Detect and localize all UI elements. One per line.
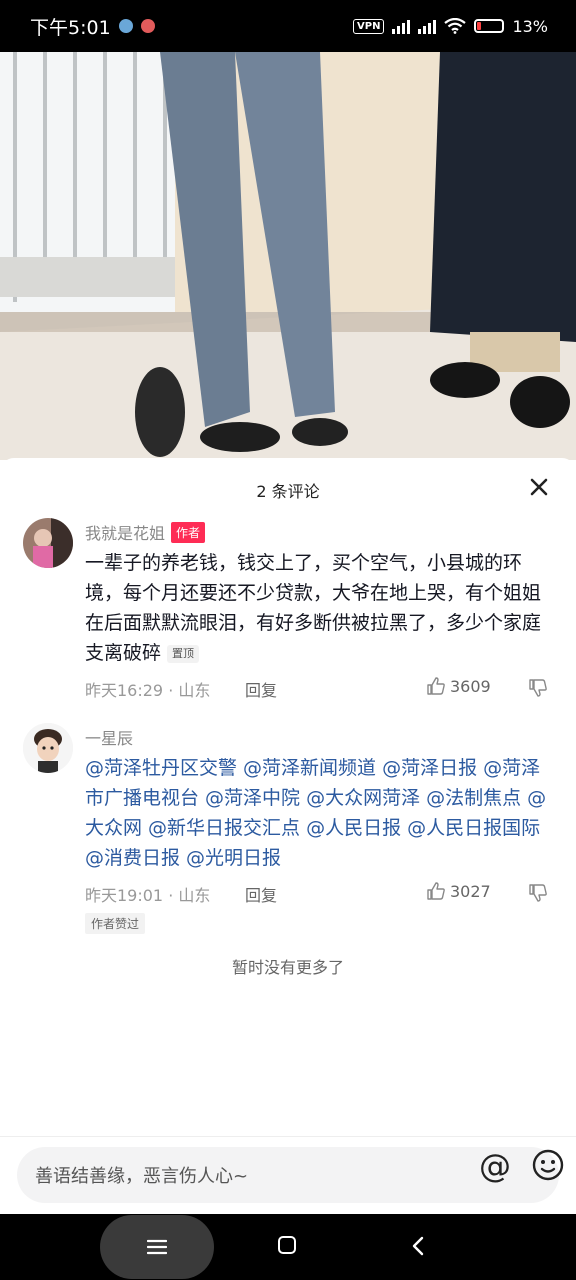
avatar[interactable] <box>23 518 73 568</box>
like-button[interactable]: 3609 <box>426 676 491 696</box>
comment-input-bar: 善语结善缘，恶言伤人心~ @ <box>0 1136 576 1215</box>
status-right: VPN 13% <box>353 17 548 36</box>
no-more-comments: 暂时没有更多了 <box>231 958 344 977</box>
emoji-icon[interactable] <box>532 1149 564 1181</box>
video-frame[interactable] <box>0 52 576 460</box>
comment-sheet: 2 条评论 我就是花姐 作者 一辈子的养老钱，钱交上了，买个空气，小县城的环境，… <box>0 458 576 1215</box>
menu-button[interactable] <box>100 1215 214 1279</box>
author-badge: 作者 <box>171 521 206 543</box>
back-icon[interactable] <box>408 1235 428 1257</box>
comment-mentions[interactable]: @菏泽牡丹区交警 @菏泽新闻频道 @菏泽日报 @菏泽市广播电视台 @菏泽中院 @… <box>85 753 555 873</box>
username-text[interactable]: 我就是花姐 <box>85 520 165 544</box>
author-liked-badge: 作者赞过 <box>85 913 146 934</box>
pinned-badge: 置顶 <box>167 644 200 663</box>
comment-time: 昨天16:29 <box>85 681 164 700</box>
like-count: 3609 <box>450 676 491 696</box>
comment-username[interactable]: 我就是花姐 作者 <box>85 520 206 544</box>
signal-icon <box>418 18 437 34</box>
battery-percent: 13% <box>512 16 548 36</box>
status-bar: 下午5:01 VPN 13% <box>0 0 576 52</box>
video-scene-image <box>0 52 576 460</box>
hd-signal-icon <box>392 18 411 34</box>
like-count: 3027 <box>450 881 491 901</box>
mention-at-icon[interactable]: @ <box>478 1149 512 1183</box>
comment-count-title: 2 条评论 <box>256 482 320 501</box>
wifi-icon <box>444 18 467 34</box>
comment-location: 山东 <box>178 886 211 905</box>
comment-text: 一辈子的养老钱，钱交上了，买个空气，小县城的环境，每个月还要还不少贷款，大爷在地… <box>85 548 555 668</box>
meta-separator: · <box>168 681 179 700</box>
vpn-icon: VPN <box>353 18 385 34</box>
comment-meta: 昨天16:29 · 山东 <box>85 677 210 701</box>
alert-notification-icon <box>140 19 155 33</box>
thumbs-down-icon[interactable] <box>528 883 548 903</box>
close-icon[interactable] <box>528 476 550 498</box>
status-time: 下午5:01 <box>30 16 111 39</box>
thumbs-down-icon[interactable] <box>528 678 548 698</box>
comment-body: 一辈子的养老钱，钱交上了，买个空气，小县城的环境，每个月还要还不少贷款，大爷在地… <box>85 552 542 664</box>
comment-username[interactable]: 一星辰 <box>85 725 133 749</box>
reply-button[interactable]: 回复 <box>245 677 277 701</box>
comment-time: 昨天19:01 <box>85 886 164 905</box>
username-text[interactable]: 一星辰 <box>85 725 133 749</box>
thumbs-up-icon <box>427 677 445 695</box>
status-notification-icons <box>118 19 155 33</box>
system-nav-bar <box>0 1214 576 1280</box>
comment-meta: 昨天19:01 · 山东 <box>85 882 210 906</box>
battery-icon <box>474 19 505 33</box>
thumbs-up-icon <box>427 882 445 900</box>
like-button[interactable]: 3027 <box>426 881 491 901</box>
app-notification-icon <box>118 19 133 33</box>
menu-icon <box>147 1239 167 1255</box>
avatar[interactable] <box>23 723 73 773</box>
meta-separator: · <box>168 886 179 905</box>
comment-location: 山东 <box>178 681 211 700</box>
reply-button[interactable]: 回复 <box>245 882 277 906</box>
input-placeholder: 善语结善缘，恶言伤人心~ <box>35 1166 249 1187</box>
home-button[interactable] <box>278 1236 296 1254</box>
